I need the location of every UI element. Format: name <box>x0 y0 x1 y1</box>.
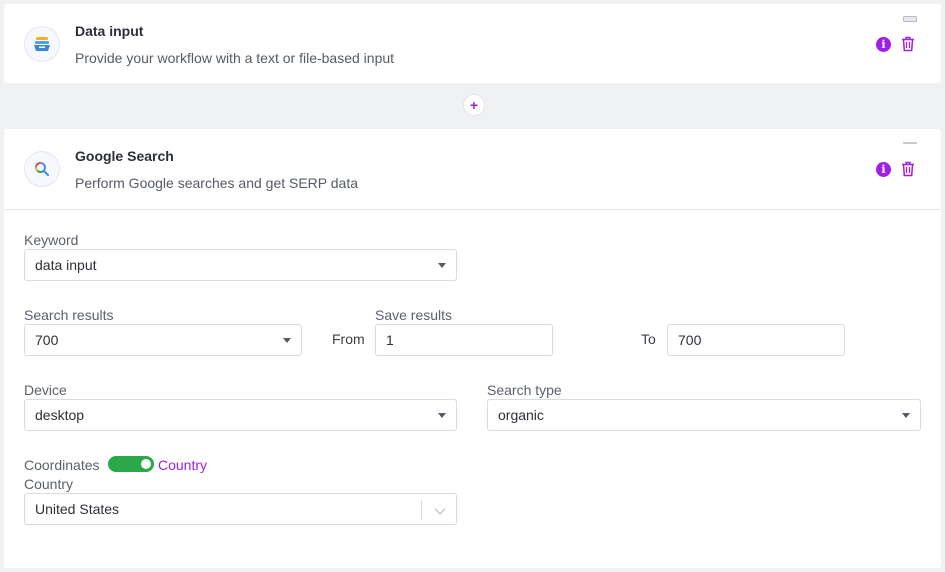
search-type-value: organic <box>498 407 544 423</box>
coordinates-label[interactable]: Coordinates <box>24 457 100 473</box>
keyword-label: Keyword <box>24 232 79 248</box>
google-search-icon <box>24 151 60 187</box>
node-title: Google Search <box>75 148 174 164</box>
search-type-label: Search type <box>487 382 562 398</box>
search-results-select[interactable]: 700 <box>24 324 302 356</box>
device-label: Device <box>24 382 67 398</box>
location-mode-toggle[interactable] <box>108 456 154 472</box>
to-label: To <box>641 331 656 347</box>
country-value: United States <box>35 501 120 517</box>
add-step-button[interactable]: + <box>463 94 485 116</box>
node-title: Data input <box>75 23 144 39</box>
trash-icon[interactable] <box>901 36 915 52</box>
data-input-node[interactable]: Data input Provide your workflow with a … <box>4 4 941 83</box>
caret-down-icon <box>283 338 291 343</box>
save-results-label: Save results <box>375 307 453 323</box>
device-select[interactable]: desktop <box>24 399 457 431</box>
save-to-value: 700 <box>678 332 702 348</box>
caret-down-icon <box>438 263 446 268</box>
country-label: Country <box>24 476 74 492</box>
info-icon[interactable]: i <box>876 162 891 177</box>
device-value: desktop <box>35 407 85 423</box>
collapse-handle[interactable] <box>903 142 917 144</box>
caret-down-icon <box>438 413 446 418</box>
data-input-icon <box>24 26 60 62</box>
search-results-value: 700 <box>35 332 59 348</box>
country-select[interactable]: United States <box>24 493 457 525</box>
save-to-input[interactable]: 700 <box>667 324 845 356</box>
caret-down-icon <box>902 413 910 418</box>
search-type-select[interactable]: organic <box>487 399 921 431</box>
toggle-knob <box>141 459 151 469</box>
collapse-handle[interactable] <box>903 16 917 22</box>
trash-icon[interactable] <box>901 161 915 177</box>
keyword-value: data input <box>35 257 97 273</box>
node-description: Perform Google searches and get SERP dat… <box>75 175 359 191</box>
chevron-down-icon[interactable] <box>434 503 446 515</box>
info-icon[interactable]: i <box>876 37 891 52</box>
search-results-label: Search results <box>24 307 114 323</box>
section-divider <box>4 209 941 210</box>
node-description: Provide your workflow with a text or fil… <box>75 50 395 66</box>
from-label: From <box>332 331 365 347</box>
save-from-input[interactable]: 1 <box>375 324 553 356</box>
keyword-select[interactable]: data input <box>24 249 457 281</box>
select-separator <box>421 500 422 520</box>
save-from-value: 1 <box>386 332 394 348</box>
country-toggle-label[interactable]: Country <box>158 457 207 473</box>
